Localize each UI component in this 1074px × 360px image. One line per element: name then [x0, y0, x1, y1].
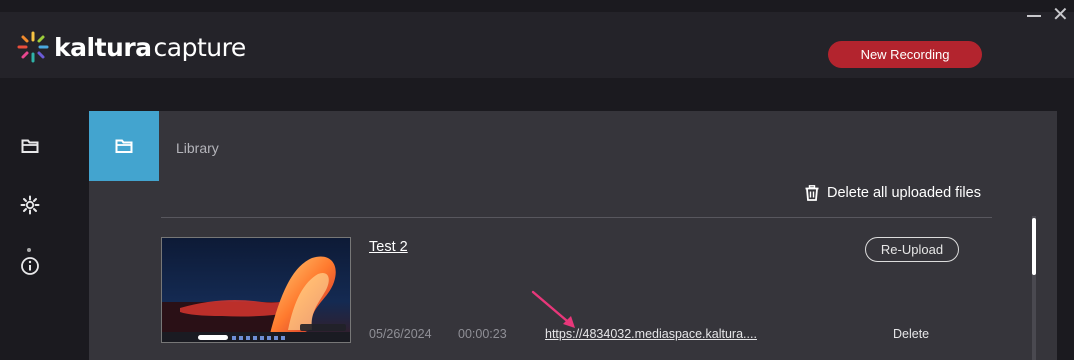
library-tab[interactable] — [89, 111, 159, 181]
info-icon — [21, 257, 39, 275]
kaltura-starburst-icon — [17, 31, 49, 63]
sidebar-item-library[interactable] — [16, 132, 44, 160]
thumbnail-image — [162, 238, 350, 342]
recording-date: 05/26/2024 — [369, 327, 432, 341]
brand-name: kaltura — [54, 32, 152, 62]
sidebar — [0, 88, 63, 360]
library-panel: Library Delete all uploaded files Test 2… — [89, 111, 1057, 360]
minimize-icon[interactable] — [1027, 6, 1043, 24]
recording-title[interactable]: Test 2 — [369, 239, 408, 255]
divider — [161, 217, 992, 218]
sidebar-item-settings[interactable] — [16, 191, 44, 219]
re-upload-button[interactable]: Re-Upload — [865, 237, 959, 262]
product-name: capture — [153, 32, 247, 62]
gear-icon — [20, 195, 40, 215]
delete-all-uploaded-button[interactable]: Delete all uploaded files — [805, 185, 981, 201]
new-recording-button[interactable]: New Recording — [828, 41, 982, 68]
close-icon[interactable]: ✕ — [1052, 4, 1070, 24]
sidebar-item-about[interactable] — [16, 252, 44, 280]
recording-row: Test 2 Re-Upload 05/26/2024 00:00:23 htt… — [161, 237, 1021, 360]
scrollbar-thumb[interactable] — [1032, 218, 1036, 275]
folder-icon — [21, 139, 39, 153]
recording-url-link[interactable]: https://4834032.mediaspace.kaltura.... — [545, 327, 757, 341]
delete-all-label: Delete all uploaded files — [827, 185, 981, 201]
title-bar: kaltura capture New Recording — [0, 12, 1074, 78]
trash-icon — [805, 185, 819, 201]
recording-thumbnail[interactable] — [161, 237, 351, 343]
folder-icon — [115, 139, 133, 153]
page-title: Library — [176, 140, 219, 156]
kaltura-capture-logo: kaltura capture — [16, 30, 246, 64]
recording-duration: 00:00:23 — [458, 327, 507, 341]
delete-recording-button[interactable]: Delete — [893, 327, 929, 341]
